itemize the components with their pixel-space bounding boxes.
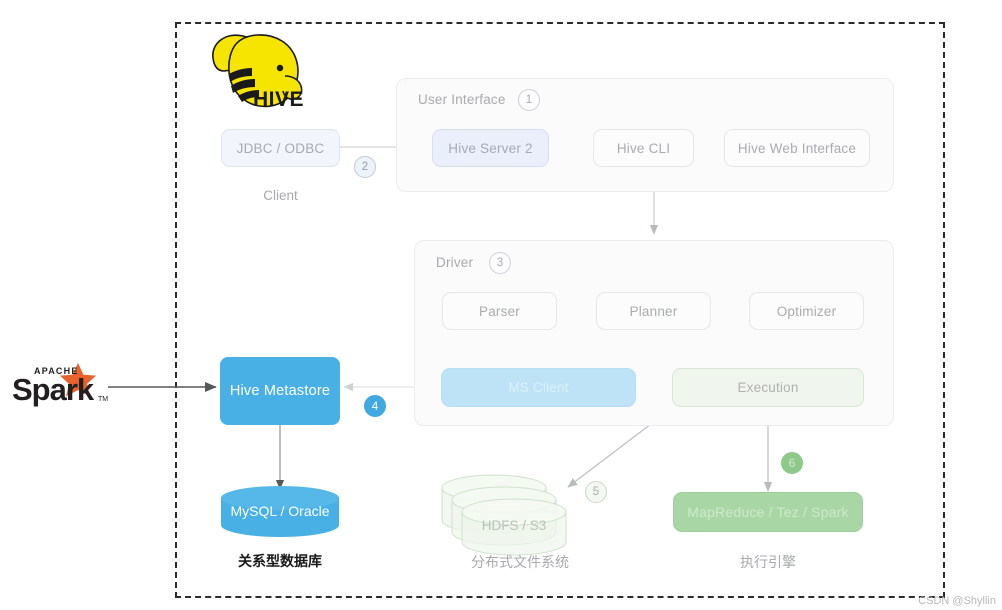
planner-node[interactable]: Planner (596, 292, 711, 330)
filesystem-caption: 分布式文件系统 (471, 554, 569, 570)
parser-node[interactable]: Parser (442, 292, 557, 330)
rdbms-label: MySQL / Oracle (230, 503, 330, 519)
ms-client-node[interactable]: MS Client (441, 368, 636, 407)
hive-cli-label: Hive CLI (616, 140, 671, 156)
diagram-canvas: HIVE Spark APACHE TM JDBC / ODBC 2 Clien… (0, 0, 1002, 610)
execution-node[interactable]: Execution (672, 368, 864, 407)
badge-6-label: 6 (788, 456, 796, 470)
badge-3-label: 3 (496, 257, 504, 269)
filesystem-label: HDFS / S3 (481, 518, 547, 533)
badge-1: 1 (518, 89, 540, 111)
watermark: CSDN @Shyllin (918, 595, 996, 607)
jdbc-odbc-label: JDBC / ODBC (236, 140, 325, 156)
hive-web-interface-label: Hive Web Interface (737, 140, 857, 156)
optimizer-node[interactable]: Optimizer (749, 292, 864, 330)
svg-text:TM: TM (98, 396, 108, 403)
hive-server-2-label: Hive Server 2 (448, 140, 533, 156)
hive-cli-node[interactable]: Hive CLI (593, 129, 694, 167)
hive-metastore-label: Hive Metastore (229, 383, 331, 399)
badge-4: 4 (364, 395, 386, 417)
execution-label: Execution (737, 380, 799, 395)
badge-2-label: 2 (361, 161, 369, 173)
hive-server-2-node[interactable]: Hive Server 2 (432, 129, 549, 167)
svg-text:APACHE: APACHE (34, 366, 79, 376)
hive-metastore-node[interactable]: Hive Metastore (220, 357, 340, 425)
execution-engine-label: MapReduce / Tez / Spark (687, 504, 849, 520)
ms-client-label: MS Client (508, 380, 569, 395)
execution-engine-node[interactable]: MapReduce / Tez / Spark (673, 492, 863, 532)
client-caption: Client (263, 188, 298, 203)
svg-text:Spark: Spark (12, 372, 95, 407)
badge-5: 5 (585, 481, 607, 503)
badge-2: 2 (354, 156, 376, 178)
planner-label: Planner (629, 303, 678, 319)
badge-1-label: 1 (525, 94, 533, 106)
badge-5-label: 5 (592, 486, 600, 498)
badge-4-label: 4 (371, 399, 379, 413)
user-interface-title: User Interface (418, 92, 506, 107)
hive-web-interface-node[interactable]: Hive Web Interface (724, 129, 870, 167)
driver-title: Driver (436, 255, 474, 270)
rdbms-caption: 关系型数据库 (238, 553, 322, 569)
badge-6: 6 (781, 452, 803, 474)
optimizer-label: Optimizer (776, 303, 837, 319)
badge-3: 3 (489, 252, 511, 274)
spark-logo-mark: Spark APACHE TM (12, 360, 108, 407)
engine-caption: 执行引擎 (740, 554, 796, 570)
jdbc-odbc-node[interactable]: JDBC / ODBC (221, 129, 340, 167)
parser-label: Parser (479, 303, 520, 319)
